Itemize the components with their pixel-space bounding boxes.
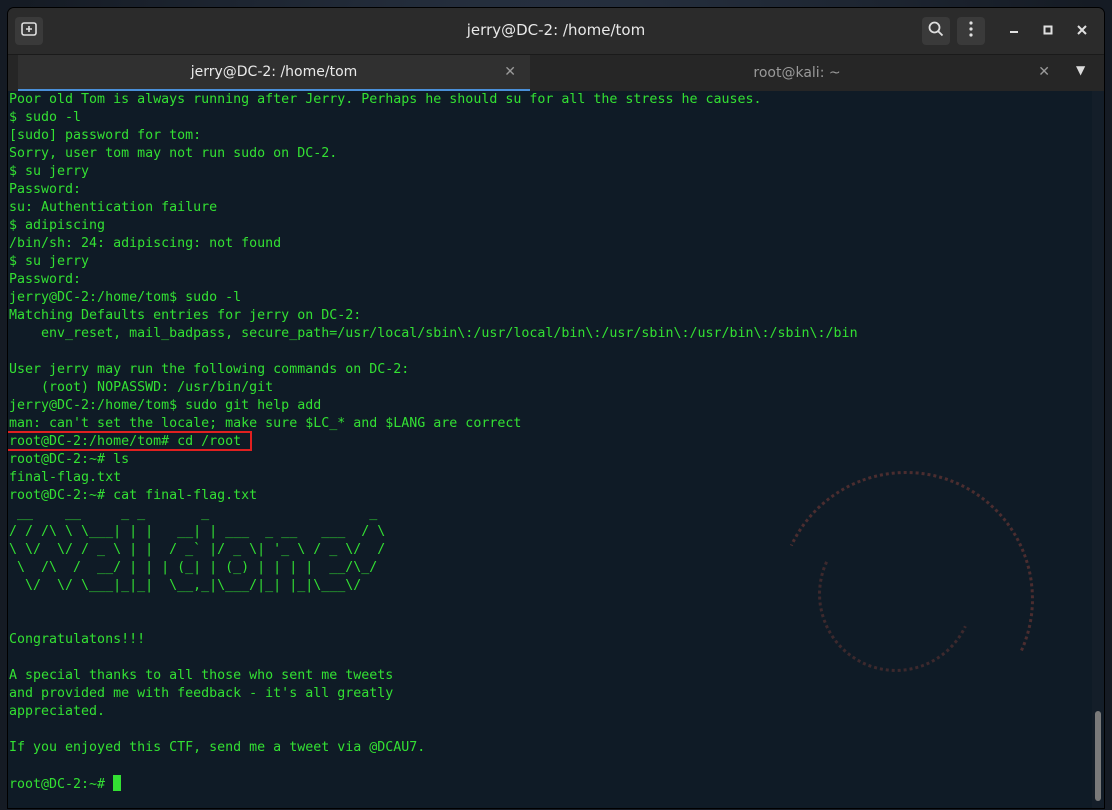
terminal-line: $ su jerry: [9, 254, 90, 269]
highlight-box: [8, 431, 252, 451]
terminal-line: jerry@DC-2:/home/tom$ sudo git help add: [9, 398, 322, 413]
minimize-icon: [1009, 23, 1019, 39]
terminal-line: env_reset, mail_badpass, secure_path=/us…: [9, 326, 858, 341]
scrollbar-thumb[interactable]: [1095, 711, 1101, 801]
terminal-line: and provided me with feedback - it's all…: [9, 686, 394, 701]
minimize-button[interactable]: [1000, 17, 1028, 45]
terminal-line: /bin/sh: 24: adipiscing: not found: [9, 236, 282, 251]
tab-bar: jerry@DC-2: /home/tom ✕ root@kali: ~ ✕ ▼: [8, 55, 1104, 91]
terminal-line: appreciated.: [9, 704, 106, 719]
tab-close-icon[interactable]: ✕: [1038, 64, 1050, 80]
terminal-line: \/ \/ \___|_|_| \__,_|\___/|_| |_|\___\/: [9, 578, 386, 593]
search-icon: [928, 21, 944, 41]
tab-jerry-dc2[interactable]: jerry@DC-2: /home/tom ✕: [18, 55, 530, 91]
terminal-line: Congratulatons!!!: [9, 632, 146, 647]
terminal-line: $ adipiscing: [9, 218, 106, 233]
terminal-line: / / /\ \ \___| | | __| | ___ _ __ ___ / …: [9, 524, 386, 539]
tab-root-kali[interactable]: root@kali: ~ ✕: [530, 55, 1064, 91]
tab-label: root@kali: ~: [753, 65, 841, 81]
terminal-line: su: Authentication failure: [9, 200, 218, 215]
close-button[interactable]: [1068, 17, 1096, 45]
terminal-line: \ \/ \/ / _ \ | | / _` |/ _ \| '_ \ / _ …: [9, 542, 386, 557]
terminal-line: root@DC-2:~# ls: [9, 452, 130, 467]
terminal-line: If you enjoyed this CTF, send me a tweet…: [9, 740, 426, 755]
terminal-line: jerry@DC-2:/home/tom$ sudo -l: [9, 290, 242, 305]
search-button[interactable]: [922, 17, 950, 45]
terminal-window: jerry@DC-2: /home/tom jerry@DC-2: /home/…: [8, 8, 1104, 808]
terminal-line: \ /\ / __/ | | | (_| | (_) | | | | __/\_…: [9, 560, 386, 575]
terminal-line: root@DC-2:~#: [9, 775, 858, 793]
terminal-cursor: [113, 775, 122, 791]
terminal-line: User jerry may run the following command…: [9, 362, 410, 377]
maximize-icon: [1043, 23, 1053, 39]
terminal-line: Matching Defaults entries for jerry on D…: [9, 308, 362, 323]
maximize-button[interactable]: [1034, 17, 1062, 45]
close-icon: [1077, 23, 1087, 39]
terminal-line: $ su jerry: [9, 164, 90, 179]
title-bar: jerry@DC-2: /home/tom: [8, 8, 1104, 55]
terminal-line: $ sudo -l: [9, 110, 82, 125]
terminal-line: final-flag.txt: [9, 470, 122, 485]
terminal-line: Poor old Tom is always running after Jer…: [9, 92, 762, 107]
terminal-output[interactable]: Poor old Tom is always running after Jer…: [8, 91, 1092, 808]
terminal-line: Password:: [9, 182, 82, 197]
terminal-line: (root) NOPASSWD: /usr/bin/git: [9, 380, 274, 395]
terminal-line: root@DC-2:~# cat final-flag.txt: [9, 488, 258, 503]
tab-label: jerry@DC-2: /home/tom: [190, 64, 358, 80]
terminal-line: A special thanks to all those who sent m…: [9, 668, 394, 683]
scrollbar[interactable]: [1092, 91, 1104, 808]
kebab-menu-icon: [969, 21, 973, 41]
terminal-line: [sudo] password for tom:: [9, 128, 202, 143]
terminal-line: Password:: [9, 272, 82, 287]
tab-close-icon[interactable]: ✕: [504, 64, 516, 80]
terminal-line: Sorry, user tom may not run sudo on DC-2…: [9, 146, 338, 161]
terminal-line: __ __ _ _ _ _: [9, 506, 386, 521]
chevron-down-icon[interactable]: ▼: [1076, 63, 1085, 77]
menu-button[interactable]: [957, 17, 985, 45]
